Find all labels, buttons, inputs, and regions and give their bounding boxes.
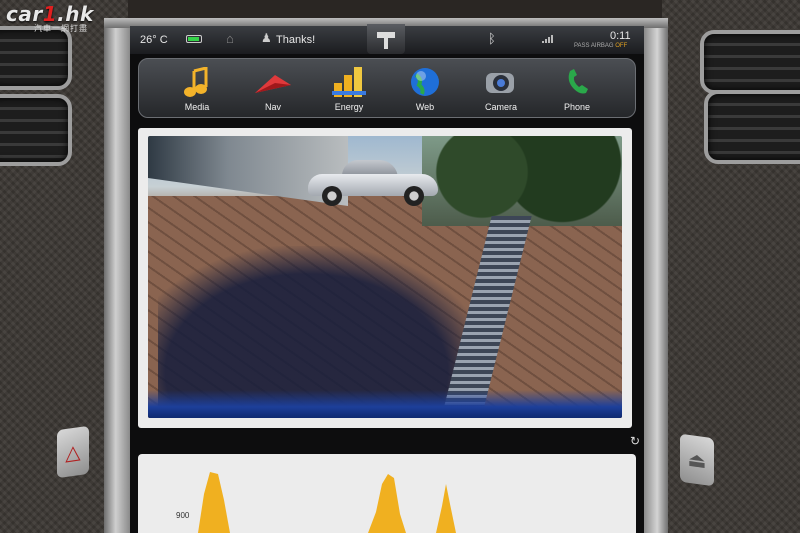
status-bar: 26° C ⌂ ♟ Thanks! ᛒ 0:11 PASS AIRBAG OFF: [130, 24, 644, 54]
music-note-icon: [184, 67, 208, 97]
signal-strength-icon: [542, 35, 554, 43]
rear-camera-feed: [148, 136, 622, 418]
app-label: Camera: [484, 102, 517, 112]
bar-chart-icon: [332, 67, 366, 97]
navigation-arrow-icon: [255, 75, 291, 93]
energy-consumption-area: [436, 484, 456, 533]
phone-icon: [568, 69, 588, 94]
hazard-triangle-icon: △: [65, 440, 81, 465]
driver-profile-name[interactable]: Thanks!: [276, 34, 315, 46]
app-media[interactable]: Media: [167, 65, 227, 115]
energy-consumption-area: [198, 472, 230, 533]
y-tick-label: 900: [176, 511, 190, 520]
app-label: Media: [184, 102, 210, 112]
battery-icon: [186, 35, 202, 43]
user-icon[interactable]: ♟: [261, 31, 272, 45]
bluetooth-icon[interactable]: ᛒ: [488, 31, 496, 46]
tesla-logo-tab[interactable]: [367, 24, 405, 54]
app-energy[interactable]: Energy: [319, 65, 379, 115]
feed-bumper: [148, 390, 622, 418]
watermark-subtitle: 汽車一網打盡: [34, 24, 88, 33]
airbag-label: PASS AIRBAG: [574, 43, 614, 49]
energy-graph-panel[interactable]: 900: [138, 454, 636, 533]
airbag-state: OFF: [615, 43, 628, 49]
app-camera[interactable]: Camera: [471, 65, 531, 115]
app-label: Phone: [563, 102, 591, 112]
feed-trees: [422, 136, 622, 226]
screen-bezel-right: [644, 18, 668, 533]
air-vent: [0, 26, 72, 90]
air-vent: [0, 94, 72, 166]
glovebox-button[interactable]: ⏏: [680, 433, 714, 487]
home-icon[interactable]: ⌂: [226, 31, 234, 46]
air-vent: [700, 30, 800, 94]
glovebox-icon: ⏏: [687, 448, 707, 473]
energy-graph: 900: [176, 472, 456, 533]
app-web[interactable]: Web: [395, 65, 455, 115]
app-dock: Media Nav Energy Web Camera Phone: [138, 58, 636, 118]
app-nav[interactable]: Nav: [243, 65, 303, 115]
app-label: Nav: [264, 102, 281, 112]
app-label: Energy: [334, 102, 364, 112]
energy-consumption-area: [368, 474, 406, 533]
globe-icon: [411, 68, 439, 96]
hazard-button[interactable]: △: [57, 425, 89, 479]
camera-icon: [486, 73, 514, 93]
rotate-icon[interactable]: ↻: [630, 434, 640, 448]
air-vent: [704, 90, 800, 164]
passenger-airbag-status: PASS AIRBAG OFF: [574, 43, 627, 49]
tesla-logo-icon: [377, 32, 395, 49]
screen-bezel-left: [104, 18, 130, 533]
cabin-temperature[interactable]: 26° C: [140, 34, 168, 46]
feed-parked-car: [308, 160, 438, 206]
clock: 0:11: [610, 30, 631, 42]
app-label: Web: [415, 102, 435, 112]
backup-camera-panel[interactable]: [138, 128, 632, 428]
app-phone[interactable]: Phone: [547, 65, 607, 115]
touchscreen: 26° C ⌂ ♟ Thanks! ᛒ 0:11 PASS AIRBAG OFF…: [130, 24, 644, 533]
